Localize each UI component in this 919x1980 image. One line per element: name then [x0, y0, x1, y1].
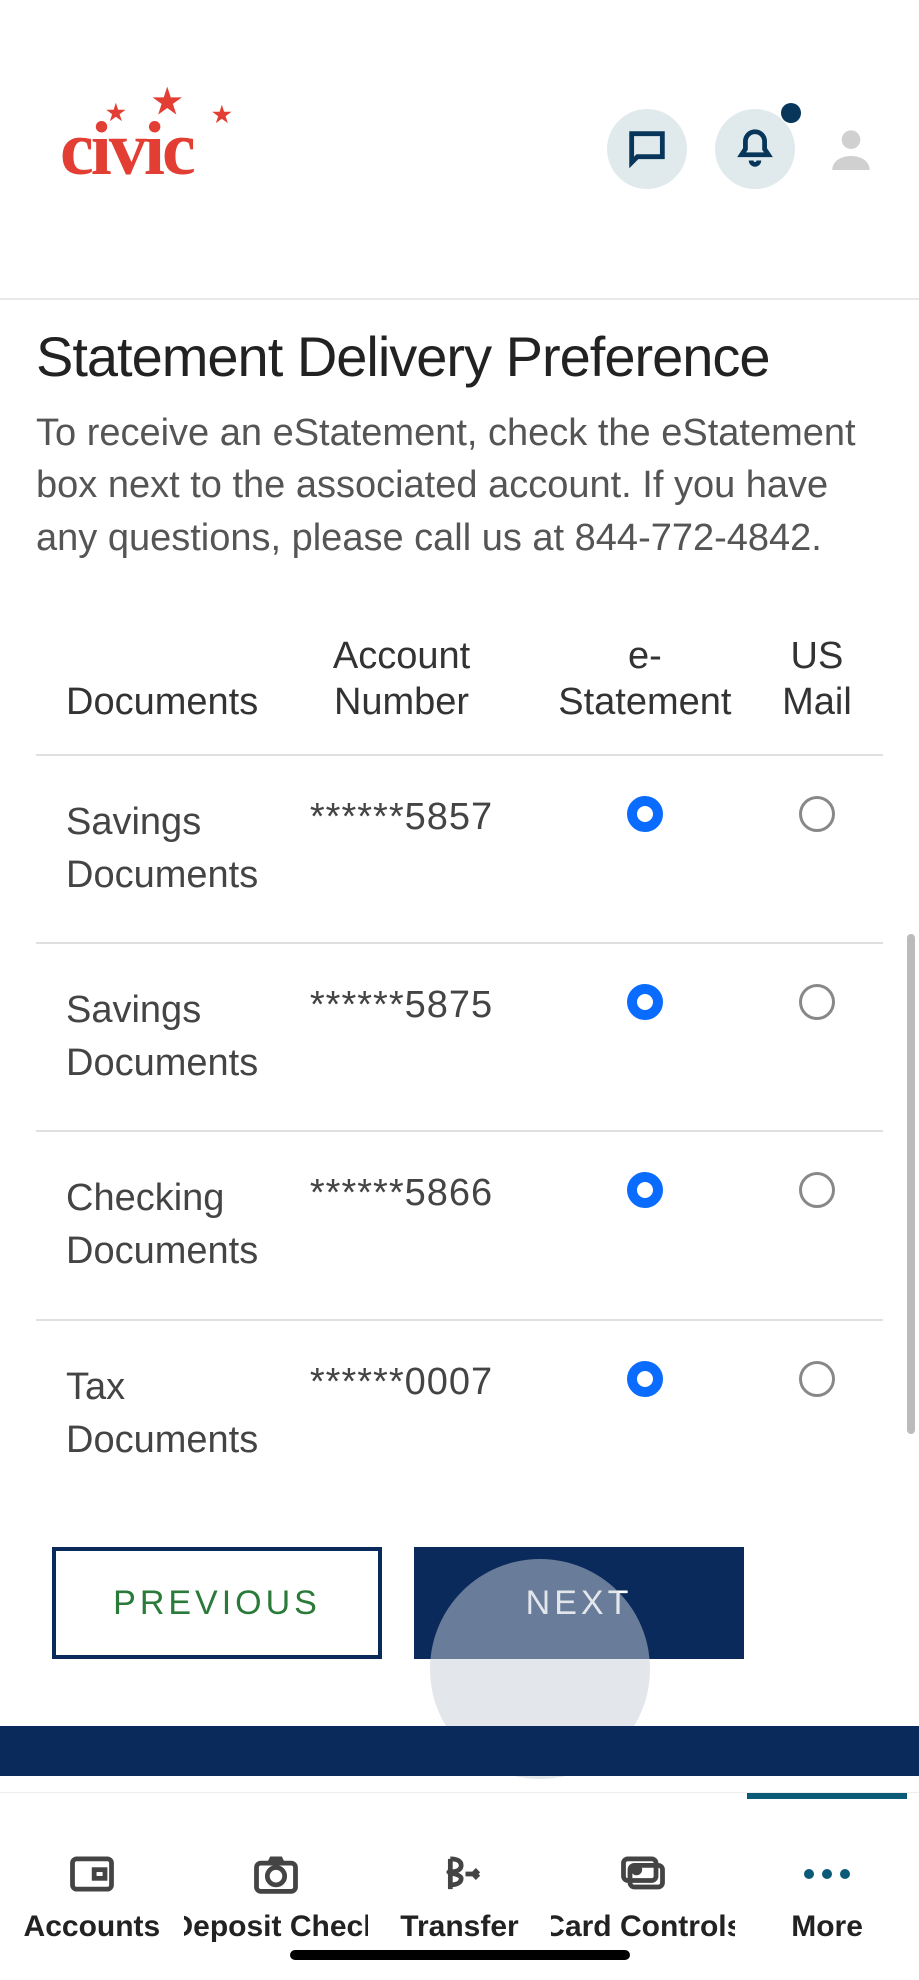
acct-cell: ******5866: [264, 1131, 539, 1319]
footer-bar: [0, 1726, 919, 1776]
star-icon: ★: [212, 102, 229, 128]
scrollbar[interactable]: [907, 934, 915, 1434]
more-icon: [804, 1848, 850, 1900]
mail-radio[interactable]: [799, 1361, 835, 1397]
estatement-radio[interactable]: [627, 1172, 663, 1208]
nav-label: Deposit Check: [184, 1910, 368, 1944]
page-description: To receive an eStatement, check the eSta…: [36, 407, 883, 564]
wallet-icon: [66, 1848, 118, 1900]
star-icon: ★: [152, 82, 179, 122]
camera-icon: [250, 1848, 302, 1900]
mail-radio[interactable]: [799, 984, 835, 1020]
doc-cell: SavingsDocuments: [36, 755, 264, 943]
nav-label: More: [791, 1910, 863, 1944]
header-icon-group: [607, 109, 879, 189]
nav-accounts[interactable]: Accounts: [0, 1793, 184, 1980]
table-row: TaxDocuments******0007: [36, 1320, 883, 1507]
page-content: Statement Delivery Preference To receive…: [0, 300, 919, 1659]
button-row: PREVIOUS NEXT: [36, 1507, 883, 1659]
star-icon: ★: [106, 100, 123, 126]
estatement-radio[interactable]: [627, 984, 663, 1020]
table-row: SavingsDocuments******5857: [36, 755, 883, 943]
doc-cell: TaxDocuments: [36, 1320, 264, 1507]
dollar-arrow-icon: [433, 1848, 485, 1900]
col-mail: US Mail: [751, 624, 883, 754]
notification-dot-icon: [781, 103, 801, 123]
bell-icon: [732, 126, 778, 172]
acct-cell: ******5857: [264, 755, 539, 943]
doc-cell: CheckingDocuments: [36, 1131, 264, 1319]
person-icon: [823, 121, 879, 177]
chat-icon: [624, 126, 670, 172]
cards-icon: [617, 1848, 669, 1900]
app-header: ★ ★ ★ civic: [0, 0, 919, 300]
table-row: CheckingDocuments******5866: [36, 1131, 883, 1319]
doc-cell: SavingsDocuments: [36, 943, 264, 1131]
nav-label: Accounts: [24, 1910, 161, 1944]
nav-label: Card Controls: [551, 1910, 735, 1944]
col-account: Account Number: [264, 624, 539, 754]
estatement-radio[interactable]: [627, 1361, 663, 1397]
col-documents: Documents: [36, 624, 264, 754]
logo: ★ ★ ★ civic: [60, 106, 193, 193]
notifications-button[interactable]: [715, 109, 795, 189]
profile-button[interactable]: [823, 121, 879, 177]
table-row: SavingsDocuments******5875: [36, 943, 883, 1131]
acct-cell: ******0007: [264, 1320, 539, 1507]
acct-cell: ******5875: [264, 943, 539, 1131]
mail-radio[interactable]: [799, 796, 835, 832]
estatement-radio[interactable]: [627, 796, 663, 832]
nav-more[interactable]: More: [735, 1793, 919, 1980]
table-header-row: Documents Account Number e-Statement US …: [36, 624, 883, 754]
messages-button[interactable]: [607, 109, 687, 189]
next-button[interactable]: NEXT: [414, 1547, 744, 1659]
home-indicator: [290, 1950, 630, 1960]
preference-table: Documents Account Number e-Statement US …: [36, 624, 883, 1507]
page-title: Statement Delivery Preference: [36, 324, 883, 389]
previous-button[interactable]: PREVIOUS: [52, 1547, 382, 1659]
col-estatement: e-Statement: [539, 624, 751, 754]
nav-label: Transfer: [400, 1910, 518, 1944]
mail-radio[interactable]: [799, 1172, 835, 1208]
